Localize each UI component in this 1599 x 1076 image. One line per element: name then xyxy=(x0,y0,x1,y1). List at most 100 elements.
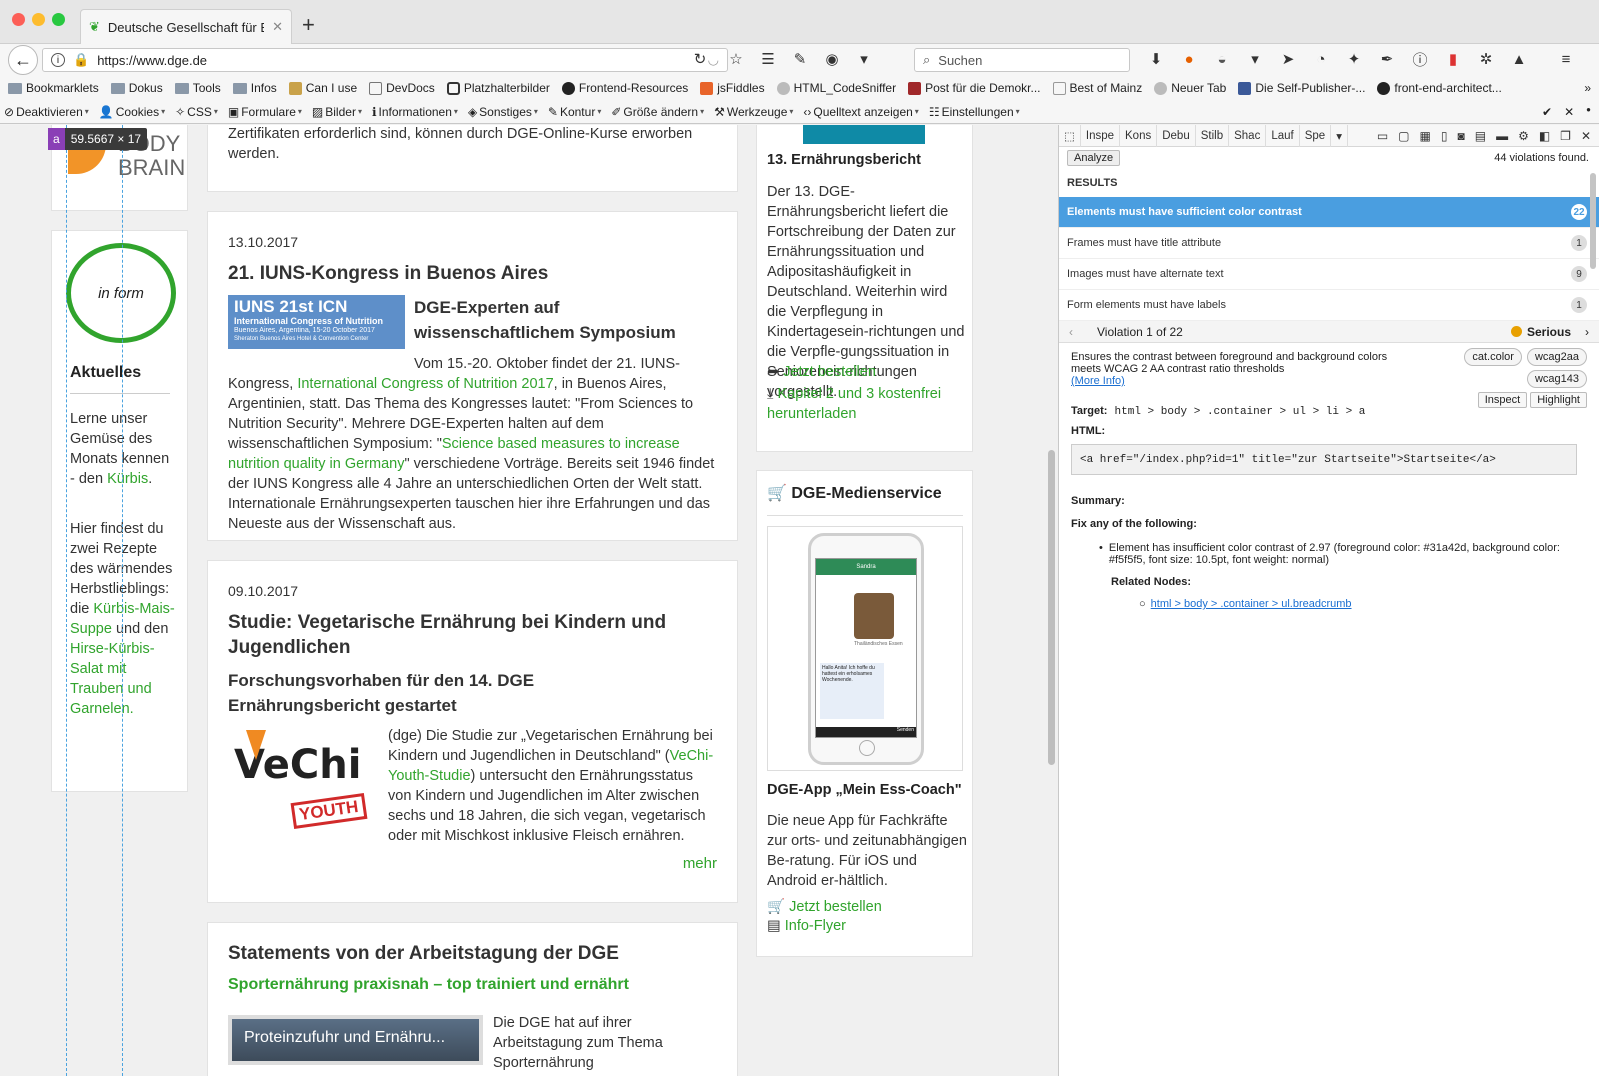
article-title[interactable]: 21. IUNS-Kongress in Buenos Aires xyxy=(228,261,548,286)
more-bookmarks-icon[interactable]: » xyxy=(1584,81,1591,95)
ruler-icon[interactable]: ▮ xyxy=(1443,48,1463,70)
download-icon[interactable]: ⬇ xyxy=(1146,48,1166,70)
result-row-selected[interactable]: Elements must have sufficient color cont… xyxy=(1059,197,1599,228)
screenshot-icon[interactable]: ◙ xyxy=(1457,129,1464,143)
bookmark-bestofmainz[interactable]: Best of Mainz xyxy=(1052,81,1142,95)
inform-logo[interactable]: in form xyxy=(66,243,176,343)
tab-inspector[interactable]: Inspe xyxy=(1081,124,1121,147)
salat-link[interactable]: Hirse-Kürbis-Salat mit Trauben und Garne… xyxy=(70,641,155,717)
back-button[interactable]: ← xyxy=(8,45,38,75)
history-icon[interactable]: ◔ xyxy=(1311,48,1331,70)
analyze-button[interactable]: Analyze xyxy=(1067,150,1121,166)
maximize-window-button[interactable] xyxy=(52,13,65,26)
url-bar[interactable]: i 🔒 https://www.dge.de ◡ xyxy=(42,48,728,72)
tab-storage[interactable]: Spe xyxy=(1300,124,1332,147)
highlight-button[interactable]: Highlight xyxy=(1530,392,1587,408)
chevron-down-icon[interactable]: ▾ xyxy=(854,48,874,70)
bookmark-frontend-resources[interactable]: Frontend-Resources xyxy=(561,81,688,95)
tab-shader[interactable]: Shac xyxy=(1229,124,1267,147)
layout-icon[interactable]: ▭ xyxy=(1377,129,1388,143)
bookmark-selfpublisher[interactable]: Die Self-Publisher-... xyxy=(1238,81,1365,95)
bookmark-frontend-architect[interactable]: front-end-architect... xyxy=(1377,81,1502,95)
bookmark-dokus[interactable]: Dokus xyxy=(110,81,163,95)
wd-quelltext[interactable]: ‹› Quelltext anzeigen ▾ xyxy=(803,105,918,119)
dock-icon[interactable]: ◧ xyxy=(1539,129,1550,143)
next-violation-icon[interactable]: › xyxy=(1585,325,1589,339)
search-field[interactable]: ⌕ Suchen xyxy=(914,48,1130,72)
inspect-button[interactable]: Inspect xyxy=(1477,392,1528,408)
app-order-link[interactable]: 🛒 Jetzt bestellen xyxy=(767,898,882,915)
devtools-scrollbar[interactable] xyxy=(1590,173,1596,269)
wd-einstellungen[interactable]: ☷ Einstellungen ▾ xyxy=(929,105,1020,119)
report-download-link[interactable]: ⤓ Kapitel 2 und 3 kostenfrei herunterlad… xyxy=(767,384,967,424)
bookmark-htmlcodesniffer[interactable]: HTML_CodeSniffer xyxy=(776,81,896,95)
wd-deaktivieren[interactable]: ⊘ Deaktivieren ▾ xyxy=(4,105,89,119)
bookmark-tools[interactable]: Tools xyxy=(174,81,221,95)
page-scrollbar[interactable] xyxy=(1048,450,1055,765)
report-order-link[interactable]: ➦ Jetzt bestellen xyxy=(767,364,876,380)
close-window-button[interactable] xyxy=(12,13,25,26)
result-row[interactable]: Images must have alternate text 9 xyxy=(1059,259,1599,290)
camera-icon[interactable]: ◉ xyxy=(822,48,842,70)
wd-formulare[interactable]: ▣ Formulare ▾ xyxy=(228,105,302,119)
wd-informationen[interactable]: ℹ Informationen ▾ xyxy=(372,105,458,119)
prev-violation-icon[interactable]: ‹ xyxy=(1069,325,1073,339)
related-node-link[interactable]: html > body > .container > ul.breadcrumb xyxy=(1151,598,1352,610)
bookmark-devdocs[interactable]: DevDocs xyxy=(369,81,435,95)
wd-kontur[interactable]: ✎ Kontur ▾ xyxy=(548,105,601,119)
element-picker-icon[interactable]: ⬚ xyxy=(1059,124,1081,147)
bookmark-post[interactable]: Post für die Demokr... xyxy=(908,81,1041,95)
tab-console[interactable]: Kons xyxy=(1120,124,1158,147)
app-flyer-link[interactable]: ▤ Info-Flyer xyxy=(767,918,846,934)
bookmark-jsfiddles[interactable]: jsFiddles xyxy=(700,81,765,95)
wd-sonstiges[interactable]: ◈ Sonstiges ▾ xyxy=(468,105,538,119)
video-thumbnail[interactable]: Proteinzufuhr und Ernähru... xyxy=(228,1015,483,1065)
minimize-window-button[interactable] xyxy=(32,13,45,26)
more-info-link[interactable]: (More Info) xyxy=(1071,375,1125,387)
tab-debugger[interactable]: Debu xyxy=(1157,124,1196,147)
wd-css[interactable]: ✧ CSS ▾ xyxy=(175,105,218,119)
kuerbis-link[interactable]: Kürbis xyxy=(107,471,148,487)
close-icon[interactable]: ✕ xyxy=(1581,129,1591,143)
tab-performance[interactable]: Lauf xyxy=(1266,124,1300,147)
wd-cookies[interactable]: 👤 Cookies ▾ xyxy=(99,105,165,119)
new-tab-button[interactable]: + xyxy=(302,12,315,38)
alert-icon[interactable]: ⓘ xyxy=(1410,48,1430,70)
bookmark-caniuse[interactable]: Can I use xyxy=(288,81,357,95)
close-icon[interactable]: ✕ xyxy=(1564,105,1574,119)
icn-link[interactable]: International Congress of Nutrition 2017 xyxy=(297,376,553,392)
pocket-save-icon[interactable]: ◒ xyxy=(1212,48,1232,70)
measure-icon[interactable]: ▬ xyxy=(1496,129,1508,143)
warning-icon[interactable]: ▲ xyxy=(1509,48,1529,70)
bookmark-star-icon[interactable]: ☆ xyxy=(726,48,746,70)
wd-werkzeuge[interactable]: ⚒ Werkzeuge ▾ xyxy=(714,105,793,119)
calendar-icon[interactable]: ▦ xyxy=(1420,129,1431,143)
frame-icon[interactable]: ▢ xyxy=(1398,129,1409,143)
bookmark-infos[interactable]: Infos xyxy=(232,81,277,95)
close-tab-icon[interactable]: ✕ xyxy=(272,19,283,35)
popout-icon[interactable]: ❐ xyxy=(1560,129,1571,143)
dot-icon[interactable]: ● xyxy=(1586,105,1591,119)
grid-icon[interactable]: ▤ xyxy=(1475,129,1486,143)
tab-dge[interactable]: ❦ Deutsche Gesellschaft für Ern ✕ xyxy=(80,9,292,44)
send-icon[interactable]: ➤ xyxy=(1278,48,1298,70)
pin-icon[interactable]: ✎ xyxy=(790,48,810,70)
menu-icon[interactable]: ≡ xyxy=(1556,48,1576,70)
wd-bilder[interactable]: ▨ Bilder ▾ xyxy=(312,105,362,119)
reload-icon[interactable]: ↻ xyxy=(690,48,710,70)
article-title[interactable]: Studie: Vegetarische Ernährung bei Kinde… xyxy=(228,610,668,660)
gear-icon[interactable]: ⚙ xyxy=(1518,129,1529,143)
result-row[interactable]: Frames must have title attribute 1 xyxy=(1059,228,1599,259)
extension-icon[interactable]: ✦ xyxy=(1344,48,1364,70)
firefox-icon[interactable]: ● xyxy=(1179,48,1199,70)
more-link[interactable]: mehr xyxy=(683,855,717,872)
bookmark-platzhalterbilder[interactable]: Platzhalterbilder xyxy=(446,81,550,95)
network-icon[interactable]: ✲ xyxy=(1476,48,1496,70)
phone-icon[interactable]: ▯ xyxy=(1441,129,1448,143)
bookmark-neuertab[interactable]: Neuer Tab xyxy=(1154,81,1226,95)
dropdown-icon[interactable]: ▾ xyxy=(1245,48,1265,70)
bookmark-bookmarklets[interactable]: Bookmarklets xyxy=(8,81,99,95)
article-subtitle[interactable]: Sporternährung praxisnah – top trainiert… xyxy=(228,976,629,994)
tab-style-editor[interactable]: Stilb xyxy=(1196,124,1230,147)
eyedropper-icon[interactable]: ✒ xyxy=(1377,48,1397,70)
